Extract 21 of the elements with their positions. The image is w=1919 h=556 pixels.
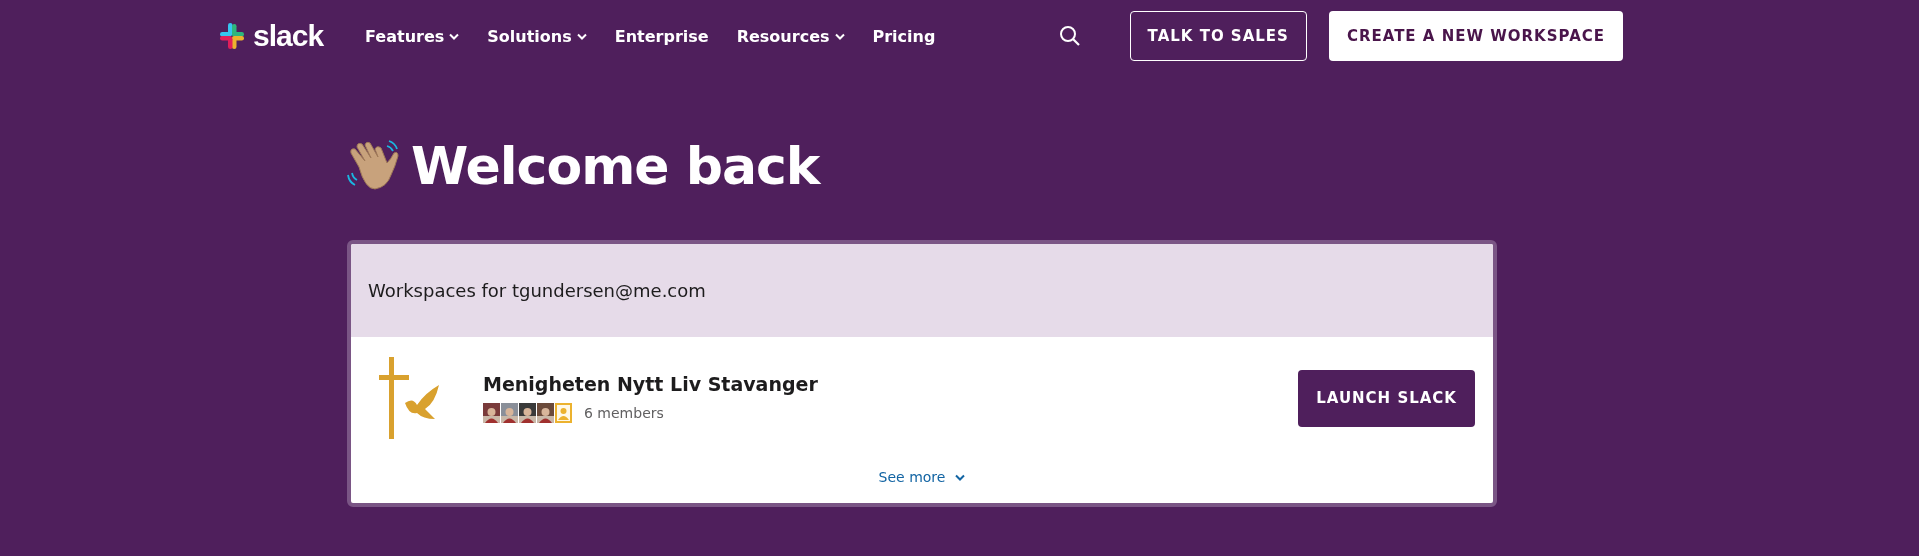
- nav-link[interactable]: Solutions: [487, 26, 587, 46]
- nav-link[interactable]: Resources: [736, 26, 845, 46]
- chevron-down-icon: [955, 473, 966, 481]
- talk-to-sales-button[interactable]: TALK TO SALES: [1129, 11, 1307, 61]
- chevron-down-icon: [576, 32, 587, 40]
- workspace-name: Menigheten Nytt Liv Stavanger: [483, 373, 818, 395]
- nav-link[interactable]: Features: [365, 26, 460, 46]
- page-heading: Welcome back: [411, 136, 820, 196]
- nav-link[interactable]: Enterprise: [614, 26, 709, 46]
- create-workspace-button[interactable]: CREATE A NEW WORKSPACE: [1328, 11, 1623, 61]
- avatar-icon: [555, 403, 572, 423]
- chevron-down-icon: [834, 32, 845, 40]
- chevron-down-icon: [449, 32, 460, 40]
- nav-link[interactable]: Pricing: [872, 26, 936, 46]
- logo-icon: [217, 21, 247, 51]
- launch-button[interactable]: LAUNCH SLACK: [1298, 369, 1475, 427]
- member-count: 6 members: [584, 405, 664, 421]
- card-header-text: Workspaces for tgundersen@me.com: [368, 280, 706, 301]
- logo-text[interactable]: slack: [253, 19, 324, 53]
- search-icon[interactable]: [1057, 24, 1082, 48]
- see-more-link[interactable]: See more: [878, 469, 966, 485]
